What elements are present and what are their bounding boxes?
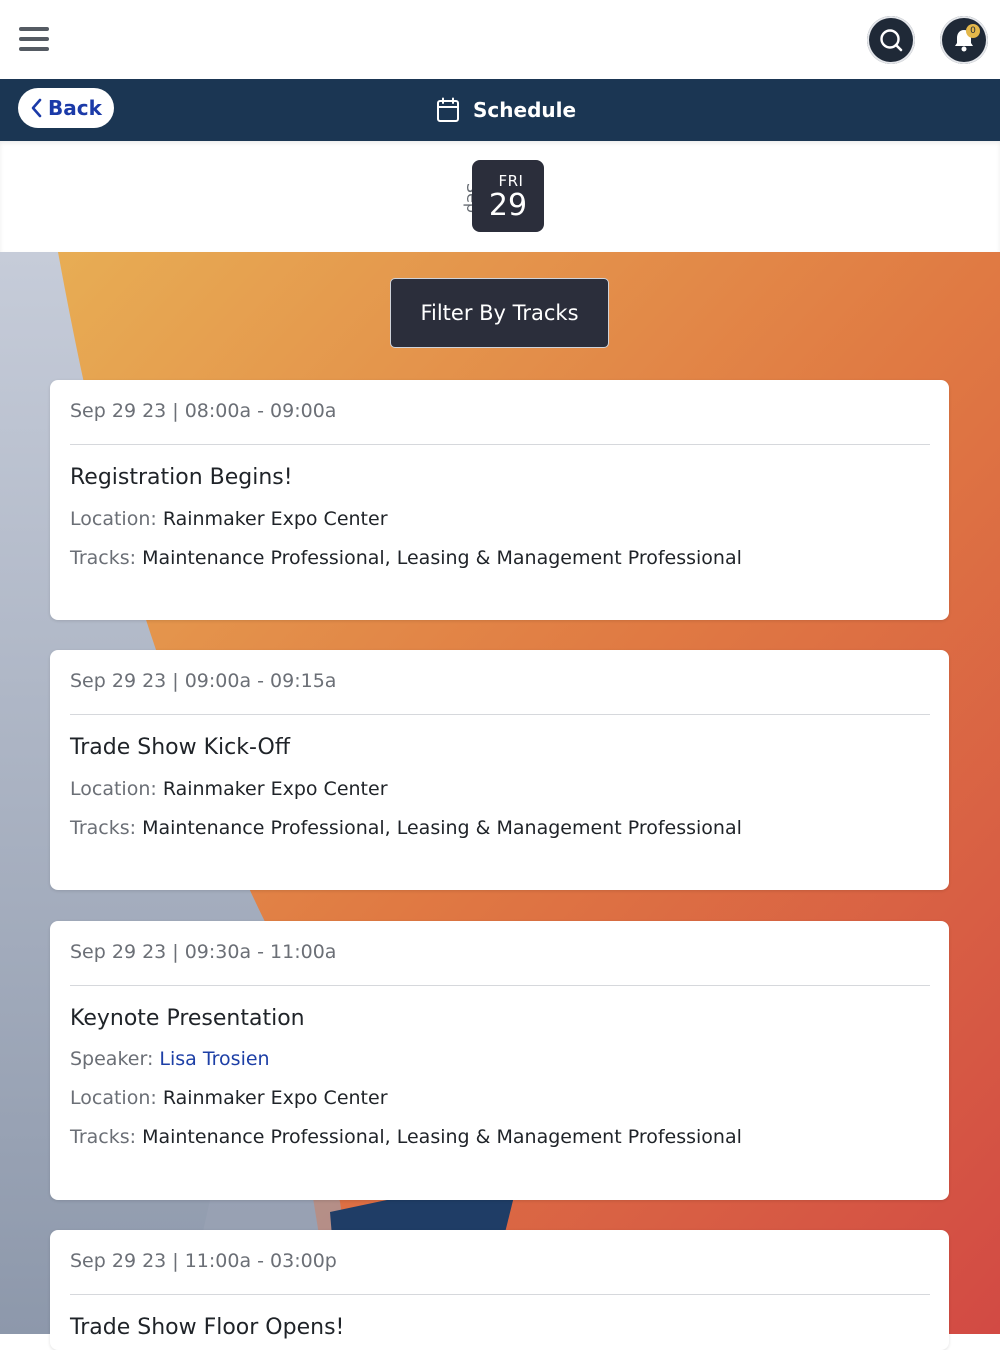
tracks-label: Tracks:: [70, 547, 137, 569]
event-card[interactable]: Sep 29 23 | 08:00a - 09:00a Registration…: [50, 380, 949, 620]
location-value: Rainmaker Expo Center: [162, 508, 388, 530]
event-tracks: Tracks: Maintenance Professional, Leasin…: [70, 1126, 742, 1148]
speaker-label: Speaker:: [70, 1048, 154, 1070]
tracks-value: Maintenance Professional, Leasing & Mana…: [142, 547, 742, 569]
event-tracks: Tracks: Maintenance Professional, Leasin…: [70, 817, 742, 839]
event-title: Registration Begins!: [70, 465, 293, 490]
divider: [70, 714, 930, 715]
page-title: Schedule: [436, 96, 576, 124]
event-speaker: Speaker: Lisa Trosien: [70, 1048, 270, 1070]
event-location: Location: Rainmaker Expo Center: [70, 1087, 388, 1109]
event-title: Trade Show Floor Opens!: [70, 1315, 345, 1340]
event-title: Trade Show Kick-Off: [70, 735, 290, 760]
location-label: Location:: [70, 1087, 157, 1109]
divider: [70, 1294, 930, 1295]
tracks-label: Tracks:: [70, 1126, 137, 1148]
date-day-number: 29: [488, 188, 528, 223]
event-title: Keynote Presentation: [70, 1006, 305, 1031]
notifications-button[interactable]: 0: [940, 16, 988, 64]
top-bar: 0: [0, 0, 1000, 79]
hamburger-icon[interactable]: [19, 26, 49, 52]
nav-bar: Back Schedule: [0, 79, 1000, 141]
event-location: Location: Rainmaker Expo Center: [70, 508, 388, 530]
location-label: Location:: [70, 778, 157, 800]
event-datetime: Sep 29 23 | 09:30a - 11:00a: [70, 941, 337, 963]
tracks-label: Tracks:: [70, 817, 137, 839]
chevron-left-icon: [30, 98, 42, 118]
back-button[interactable]: Back: [18, 88, 114, 128]
date-tile-selected[interactable]: FRI 29: [472, 160, 544, 232]
divider: [70, 444, 930, 445]
location-value: Rainmaker Expo Center: [162, 778, 388, 800]
search-icon: [880, 29, 903, 52]
event-datetime: Sep 29 23 | 09:00a - 09:15a: [70, 670, 337, 692]
calendar-icon: [436, 97, 460, 123]
event-card[interactable]: Sep 29 23 | 11:00a - 03:00p Trade Show F…: [50, 1230, 949, 1350]
page-title-text: Schedule: [473, 98, 577, 122]
tracks-value: Maintenance Professional, Leasing & Mana…: [142, 817, 742, 839]
event-datetime: Sep 29 23 | 08:00a - 09:00a: [70, 400, 337, 422]
location-value: Rainmaker Expo Center: [162, 1087, 388, 1109]
location-label: Location:: [70, 508, 157, 530]
event-tracks: Tracks: Maintenance Professional, Leasin…: [70, 547, 742, 569]
event-card[interactable]: Sep 29 23 | 09:00a - 09:15a Trade Show K…: [50, 650, 949, 890]
event-datetime: Sep 29 23 | 11:00a - 03:00p: [70, 1250, 337, 1272]
divider: [70, 985, 930, 986]
back-button-label: Back: [48, 96, 102, 120]
event-location: Location: Rainmaker Expo Center: [70, 778, 388, 800]
tracks-value: Maintenance Professional, Leasing & Mana…: [142, 1126, 742, 1148]
event-card[interactable]: Sep 29 23 | 09:30a - 11:00a Keynote Pres…: [50, 921, 949, 1200]
notification-count-badge: 0: [966, 24, 980, 38]
search-button[interactable]: [867, 16, 915, 64]
filter-by-tracks-button[interactable]: Filter By Tracks: [390, 278, 609, 348]
speaker-link[interactable]: Lisa Trosien: [159, 1048, 269, 1070]
